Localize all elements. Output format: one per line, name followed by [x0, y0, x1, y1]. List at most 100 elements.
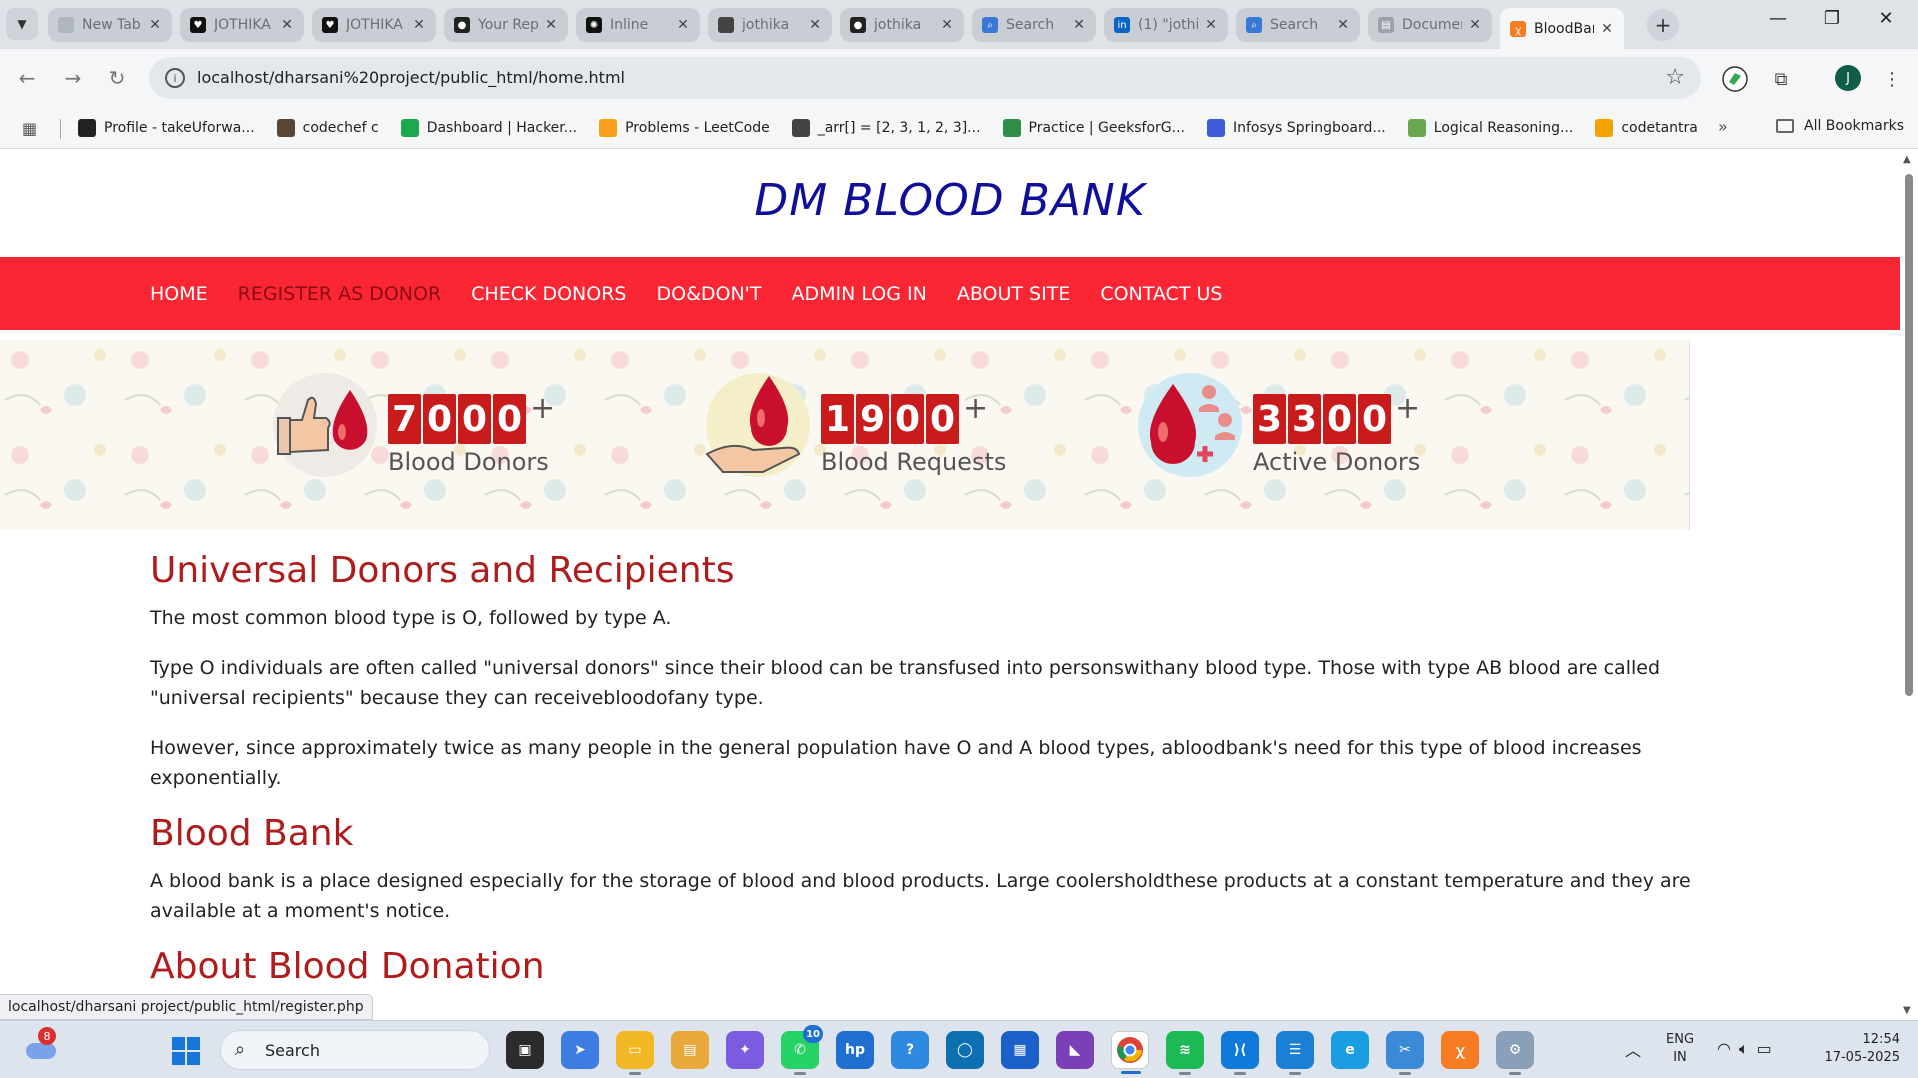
taskbar-search-label: Search: [265, 1041, 320, 1060]
counter-digit: 0: [423, 394, 456, 444]
notes-app-icon[interactable]: ▤: [671, 1031, 709, 1069]
vscode-icon[interactable]: ⟩⟨: [1221, 1031, 1259, 1075]
reload-icon[interactable]: ↻: [102, 63, 132, 93]
myhp-icon[interactable]: hp: [836, 1031, 874, 1069]
file-explorer-icon[interactable]: ▭: [616, 1031, 654, 1075]
bookmark-item[interactable]: codechef c: [276, 119, 379, 137]
bookmark-item[interactable]: Practice | GeeksforG...: [1002, 119, 1185, 137]
close-window-icon[interactable]: ✕: [1866, 8, 1906, 29]
bookmark-label: Profile - takeUforwa...: [104, 120, 255, 136]
help-icon[interactable]: ?: [891, 1031, 929, 1069]
code-icon: [718, 17, 734, 33]
close-tab-icon[interactable]: ✕: [1072, 17, 1086, 33]
wifi-icon: ◠: [1717, 1039, 1739, 1058]
pinned-arrow-app-icon[interactable]: ➤: [561, 1031, 599, 1069]
edge-icon[interactable]: e: [1331, 1031, 1369, 1069]
bookmark-item[interactable]: Infosys Springboard...: [1206, 119, 1386, 137]
tray-overflow-icon[interactable]: ︿: [1625, 1037, 1641, 1061]
system-clock[interactable]: 12:54 17-05-2025: [1812, 1031, 1900, 1067]
site-info-icon[interactable]: i: [165, 68, 185, 88]
counter-digit: 0: [1358, 394, 1391, 444]
counter-plus: +: [963, 391, 989, 426]
close-tab-icon[interactable]: ✕: [1468, 17, 1482, 33]
nav-link-contact-us[interactable]: CONTACT US: [1100, 283, 1222, 305]
section-paragraph: Type O individuals are often called "uni…: [150, 657, 1660, 709]
browser-tab[interactable]: ▤ Document ✕: [1368, 8, 1492, 42]
system-tray[interactable]: ◠🔈︎▭: [1717, 1039, 1780, 1059]
close-tab-icon[interactable]: ✕: [940, 17, 954, 33]
address-bar[interactable]: i localhost/dharsani%20project/public_ht…: [149, 57, 1701, 99]
bookmark-list: Profile - takeUforwa... codechef c Dashboa…: [78, 107, 1720, 149]
close-tab-icon[interactable]: ✕: [1204, 17, 1218, 33]
taskbar-search-box[interactable]: ⌕ Search: [220, 1030, 490, 1070]
visual-studio-icon[interactable]: ◣: [1056, 1031, 1094, 1069]
notepad-icon[interactable]: ☰: [1276, 1031, 1314, 1075]
extensions-puzzle-icon[interactable]: ⧉: [1766, 64, 1796, 94]
browser-tab[interactable]: ⌕ Search ✕: [972, 8, 1096, 42]
nav-link-do-don-t[interactable]: DO&DON'T: [656, 283, 761, 305]
close-tab-icon[interactable]: ✕: [280, 17, 294, 33]
back-icon[interactable]: ←: [12, 63, 42, 93]
forward-icon[interactable]: →: [58, 63, 88, 93]
tab-search-icon[interactable]: ▼: [6, 8, 38, 40]
extension-green-icon[interactable]: [1720, 64, 1750, 94]
close-tab-icon[interactable]: ✕: [412, 17, 426, 33]
browser-tab[interactable]: ♥ JOTHIKA ✕: [180, 8, 304, 42]
chrome-icon[interactable]: [1111, 1031, 1149, 1074]
xampp-icon[interactable]: ꭓ: [1441, 1031, 1479, 1069]
bookmark-item[interactable]: codetantra: [1595, 119, 1698, 137]
browser-tab[interactable]: ꭓ BloodBank ✕: [1500, 8, 1624, 49]
whatsapp-icon[interactable]: ✆ 10: [781, 1025, 823, 1075]
language-indicator[interactable]: ENG IN: [1666, 1031, 1694, 1067]
settings-gear-icon[interactable]: ⚙: [1496, 1031, 1534, 1075]
hand-blood-drop-icon: [703, 370, 813, 480]
scrollbar-thumb[interactable]: [1905, 174, 1913, 696]
close-tab-icon[interactable]: ✕: [148, 17, 162, 33]
browser-tab[interactable]: ♥ JOTHIKA ✕: [312, 8, 436, 42]
url-text[interactable]: localhost/dharsani%20project/public_html…: [197, 68, 625, 87]
windows-start-icon[interactable]: [172, 1037, 200, 1065]
scroll-down-icon[interactable]: ▼: [1903, 1005, 1911, 1016]
browser-tab[interactable]: in (1) "jothika ✕: [1104, 8, 1228, 42]
nav-link-admin-log-in[interactable]: ADMIN LOG IN: [792, 283, 927, 305]
minimize-icon[interactable]: —: [1758, 8, 1798, 29]
page-scrollbar[interactable]: ▲ ▼: [1900, 150, 1918, 1020]
bookmark-item[interactable]: _arr[] = [2, 3, 1, 2, 3]...: [791, 119, 981, 137]
restore-icon[interactable]: ❐: [1812, 8, 1852, 29]
bookmark-star-icon[interactable]: ☆: [1665, 65, 1685, 90]
apps-grid-icon[interactable]: ▦: [22, 119, 37, 138]
microsoft-store-icon[interactable]: ▦: [1001, 1031, 1039, 1069]
browser-tab[interactable]: ● Your Repositories ✕: [444, 8, 568, 42]
volume-icon: 🔈︎: [1738, 1039, 1757, 1058]
more-menu-icon[interactable]: ⋮: [1877, 64, 1907, 94]
bookmark-item[interactable]: Problems - LeetCode: [599, 119, 770, 137]
copilot-icon[interactable]: ✦: [726, 1031, 764, 1069]
browser-tab[interactable]: ● jothika ✕: [840, 8, 964, 42]
scroll-up-icon[interactable]: ▲: [1903, 154, 1911, 165]
all-bookmarks-button[interactable]: All Bookmarks: [1776, 118, 1904, 134]
bookmark-item[interactable]: Logical Reasoning...: [1407, 119, 1573, 137]
snipping-tool-icon[interactable]: ✂: [1386, 1031, 1424, 1075]
browser-tab[interactable]: jothika ✕: [708, 8, 832, 42]
close-tab-icon[interactable]: ✕: [676, 17, 690, 33]
bookmarks-overflow-icon[interactable]: »: [1718, 117, 1728, 136]
close-tab-icon[interactable]: ✕: [1600, 21, 1614, 37]
close-tab-icon[interactable]: ✕: [544, 17, 558, 33]
close-tab-icon[interactable]: ✕: [808, 17, 822, 33]
new-tab-button[interactable]: +: [1647, 9, 1679, 41]
alexa-icon[interactable]: ◯: [946, 1031, 984, 1069]
browser-tab[interactable]: ⌕ Search ✕: [1236, 8, 1360, 42]
bookmark-item[interactable]: Dashboard | Hacker...: [400, 119, 577, 137]
profile-avatar[interactable]: J: [1835, 65, 1861, 91]
bookmark-label: codechef c: [302, 120, 379, 136]
nav-link-home[interactable]: HOME: [150, 283, 208, 305]
close-tab-icon[interactable]: ✕: [1336, 17, 1350, 33]
browser-tab[interactable]: New Tab ✕: [48, 8, 172, 42]
nav-link-register-as-donor[interactable]: REGISTER AS DONOR: [238, 283, 442, 305]
nav-link-check-donors[interactable]: CHECK DONORS: [471, 283, 626, 305]
task-view-icon[interactable]: ▣: [506, 1031, 544, 1069]
nav-link-about-site[interactable]: ABOUT SITE: [957, 283, 1070, 305]
browser-tab[interactable]: ✺ Inline ✕: [576, 8, 700, 42]
bookmark-item[interactable]: Profile - takeUforwa...: [78, 119, 255, 137]
spotify-icon[interactable]: ≋: [1166, 1031, 1204, 1075]
